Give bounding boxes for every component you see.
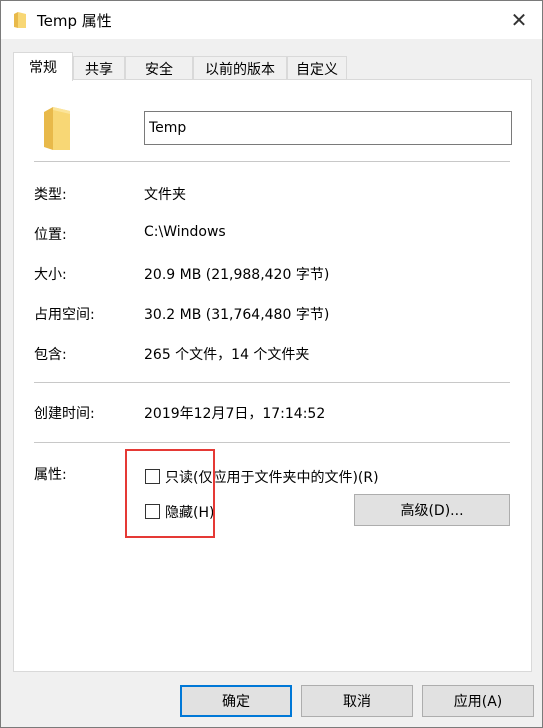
folder-icon	[44, 107, 70, 150]
ok-button[interactable]: 确定	[180, 685, 292, 717]
tab-customize[interactable]: 自定义	[287, 56, 347, 80]
tab-general[interactable]: 常规	[13, 52, 73, 81]
created-label: 创建时间:	[34, 406, 95, 422]
folder-name-input[interactable]	[144, 111, 512, 145]
size-on-disk-value: 30.2 MB (31,764,480 字节)	[144, 307, 330, 323]
size-on-disk-label: 占用空间:	[34, 307, 95, 323]
divider	[34, 382, 510, 383]
divider	[34, 161, 510, 162]
general-tab-panel: 类型: 文件夹 位置: C:\Windows 大小: 20.9 MB (21,9…	[13, 79, 532, 672]
folder-icon	[14, 12, 26, 28]
cancel-button[interactable]: 取消	[301, 685, 413, 717]
size-value: 20.9 MB (21,988,420 字节)	[144, 267, 330, 283]
highlight-box	[125, 449, 215, 538]
window-title: Temp 属性	[37, 12, 112, 30]
tab-security[interactable]: 安全	[125, 56, 193, 80]
apply-button[interactable]: 应用(A)	[422, 685, 534, 717]
size-label: 大小:	[34, 267, 67, 283]
type-value: 文件夹	[144, 187, 186, 203]
type-label: 类型:	[34, 187, 67, 203]
location-label: 位置:	[34, 227, 67, 243]
title-bar: Temp 属性 ✕	[1, 1, 542, 39]
properties-window: Temp 属性 ✕ 常规 共享 安全 以前的版本 自定义 类型: 文件夹 位置:…	[0, 0, 543, 728]
created-value: 2019年12月7日，17:14:52	[144, 406, 326, 422]
close-button[interactable]: ✕	[496, 1, 542, 39]
divider	[34, 442, 510, 443]
close-icon: ✕	[510, 8, 528, 32]
attributes-label: 属性:	[34, 467, 67, 483]
contains-label: 包含:	[34, 347, 67, 363]
advanced-button[interactable]: 高级(D)...	[354, 494, 510, 526]
tab-sharing[interactable]: 共享	[73, 56, 125, 80]
location-value: C:\Windows	[144, 224, 226, 240]
contains-value: 265 个文件，14 个文件夹	[144, 347, 310, 363]
tab-previous-versions[interactable]: 以前的版本	[193, 56, 287, 80]
